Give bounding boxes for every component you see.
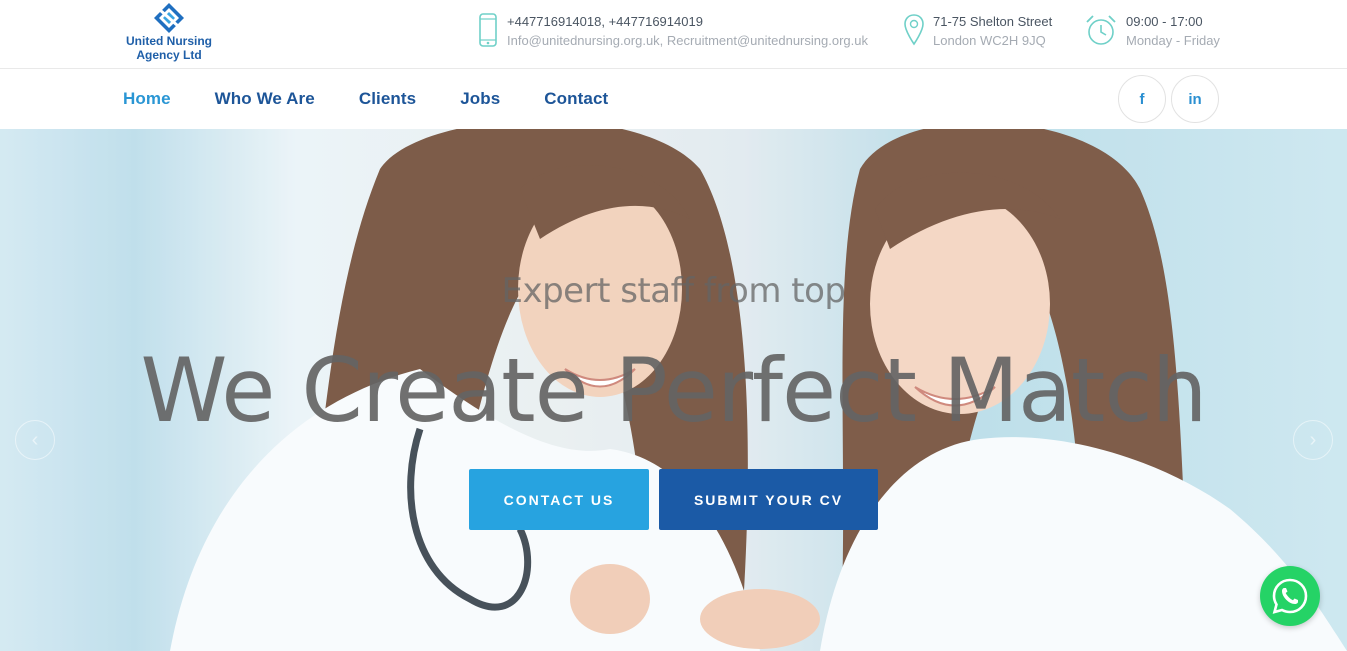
slider-next-button[interactable]: › <box>1293 420 1333 460</box>
whatsapp-icon <box>1272 578 1308 614</box>
email-addresses[interactable]: Info@unitednursing.org.uk, Recruitment@u… <box>507 31 868 50</box>
phone-numbers[interactable]: +447716914018, +447716914019 <box>507 12 868 31</box>
contact-info: +447716914018, +447716914019 Info@united… <box>476 12 868 50</box>
map-pin-icon <box>902 12 926 48</box>
contact-us-button[interactable]: CONTACT US <box>469 469 649 530</box>
linkedin-button[interactable]: in <box>1171 75 1219 123</box>
logo-line-1: United Nursing <box>126 34 212 48</box>
hero-slider: Expert staff from top We Create Perfect … <box>0 129 1347 651</box>
linkedin-icon: in <box>1188 90 1202 108</box>
top-bar: United Nursing Agency Ltd +447716914018,… <box>0 0 1347 69</box>
diamond-logo-icon <box>154 3 184 33</box>
chevron-left-icon: ‹ <box>31 428 39 451</box>
hours-time: 09:00 - 17:00 <box>1126 14 1203 29</box>
nav-contact[interactable]: Contact <box>544 89 608 109</box>
logo-line-2: Agency Ltd <box>136 48 202 62</box>
chevron-right-icon: › <box>1309 428 1317 451</box>
nav-jobs[interactable]: Jobs <box>460 89 500 109</box>
logo[interactable]: United Nursing Agency Ltd <box>122 2 216 66</box>
phone-icon <box>476 12 500 48</box>
whatsapp-button[interactable] <box>1260 566 1320 626</box>
facebook-button[interactable]: f <box>1118 75 1166 123</box>
address-line-2: London WC2H 9JQ <box>933 33 1046 48</box>
hero-headline: We Create Perfect Match <box>140 339 1207 442</box>
facebook-icon: f <box>1139 90 1145 108</box>
slider-prev-button[interactable]: ‹ <box>15 420 55 460</box>
address-line-1: 71-75 Shelton Street <box>933 14 1053 29</box>
submit-cv-button[interactable]: SUBMIT YOUR CV <box>659 469 878 530</box>
hero-subtitle: Expert staff from top <box>501 271 847 311</box>
nav-bar: Home Who We Are Clients Jobs Contact f i… <box>0 69 1347 129</box>
nav-who-we-are[interactable]: Who We Are <box>215 89 315 109</box>
hours-info: 09:00 - 17:00 Monday - Friday <box>1084 12 1220 50</box>
main-nav: Home Who We Are Clients Jobs Contact <box>123 69 652 129</box>
alarm-clock-icon <box>1084 12 1118 48</box>
hours-days: Monday - Friday <box>1126 33 1220 48</box>
address-info: 71-75 Shelton Street London WC2H 9JQ <box>902 12 1052 50</box>
nav-home[interactable]: Home <box>123 89 171 109</box>
nav-clients[interactable]: Clients <box>359 89 416 109</box>
